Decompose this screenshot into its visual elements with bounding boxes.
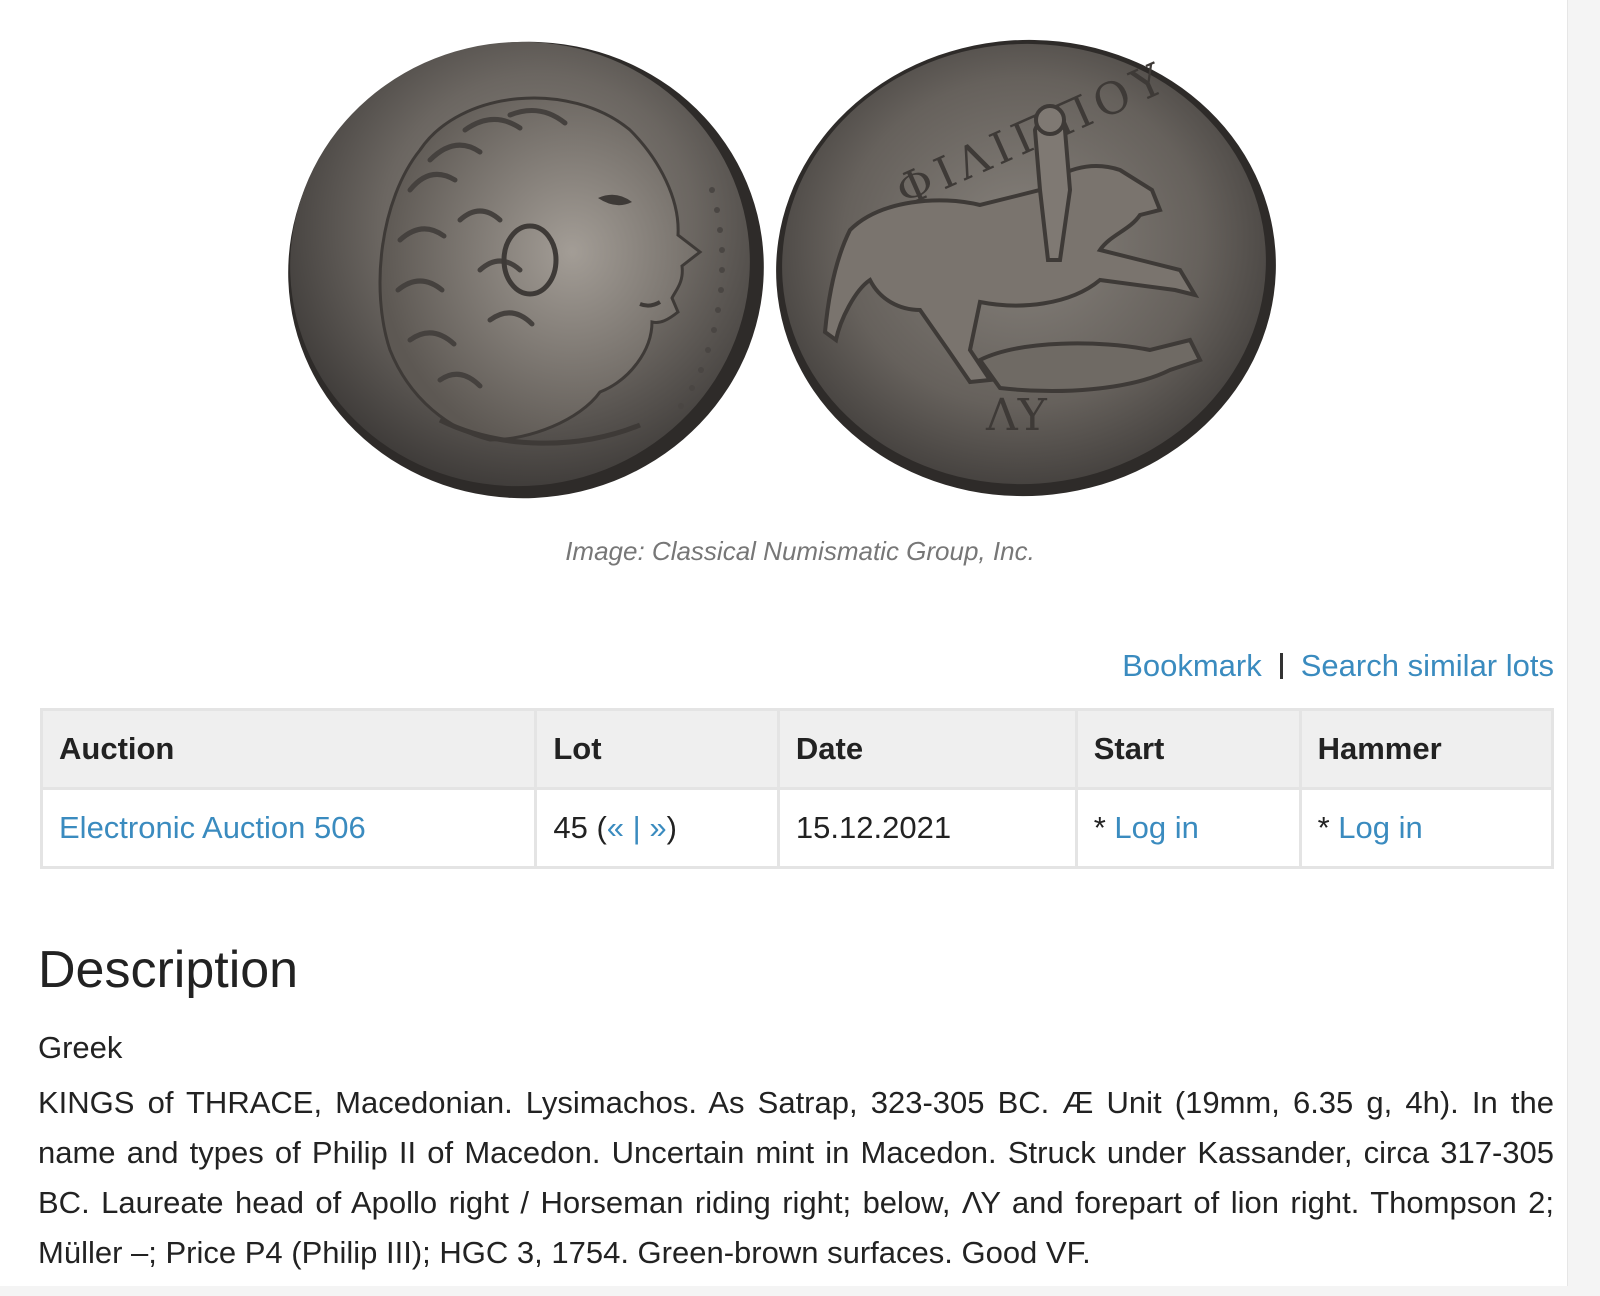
reverse-coin: ΦΙΛΙΠΠΟΥ ΛΥ xyxy=(776,39,1276,497)
cell-hammer: * Log in xyxy=(1298,787,1555,869)
reverse-monogram: ΛΥ xyxy=(985,390,1048,441)
cell-start: * Log in xyxy=(1074,787,1302,869)
search-similar-lots-link[interactable]: Search similar lots xyxy=(1301,648,1554,684)
lot-nav-separator: | xyxy=(632,810,641,845)
lot-actions: Bookmark Search similar lots xyxy=(1122,648,1554,684)
coin-photo-svg: ΦΙΛΙΠΠΟΥ ΛΥ xyxy=(288,39,1276,499)
start-asterisk: * xyxy=(1093,810,1115,845)
cell-date: 15.12.2021 xyxy=(776,787,1078,869)
bottom-edge xyxy=(0,1286,1600,1296)
action-separator xyxy=(1279,653,1283,679)
lot-number: 45 xyxy=(553,810,588,845)
header-hammer: Hammer xyxy=(1298,708,1555,790)
description-category: Greek xyxy=(38,1030,123,1065)
cell-lot: 45 (« | ») xyxy=(534,787,780,869)
description-body: KINGS of THRACE, Macedonian. Lysimachos.… xyxy=(38,1085,1554,1270)
start-login-link[interactable]: Log in xyxy=(1114,810,1198,845)
header-auction: Auction xyxy=(39,708,538,790)
coin-image: ΦΙΛΙΠΠΟΥ ΛΥ xyxy=(280,20,1310,500)
header-date: Date xyxy=(776,708,1078,790)
image-caption: Image: Classical Numismatic Group, Inc. xyxy=(565,536,1035,566)
description-heading: Description xyxy=(38,941,299,999)
lot-nav-close: ) xyxy=(666,810,677,845)
lot-nav-open: ( xyxy=(596,810,607,845)
obverse-coin xyxy=(288,41,764,499)
scrollbar-track[interactable] xyxy=(1567,0,1600,1296)
page: ΦΙΛΙΠΠΟΥ ΛΥ Image: Classical Numismatic … xyxy=(0,0,1600,1296)
header-lot: Lot xyxy=(534,708,780,790)
hammer-asterisk: * xyxy=(1317,810,1339,845)
auction-link[interactable]: Electronic Auction 506 xyxy=(59,810,366,845)
table-header-row: Auction Lot Date Start Hammer xyxy=(39,708,1555,790)
cell-auction: Electronic Auction 506 xyxy=(39,787,538,869)
next-lot-link[interactable]: » xyxy=(649,810,666,845)
previous-lot-link[interactable]: « xyxy=(607,810,624,845)
hammer-login-link[interactable]: Log in xyxy=(1338,810,1422,845)
bookmark-link[interactable]: Bookmark xyxy=(1122,648,1262,684)
table-row: Electronic Auction 506 45 (« | ») 15.12.… xyxy=(39,787,1555,869)
lot-info-table: Auction Lot Date Start Hammer Electronic… xyxy=(39,708,1555,869)
header-start: Start xyxy=(1074,708,1302,790)
